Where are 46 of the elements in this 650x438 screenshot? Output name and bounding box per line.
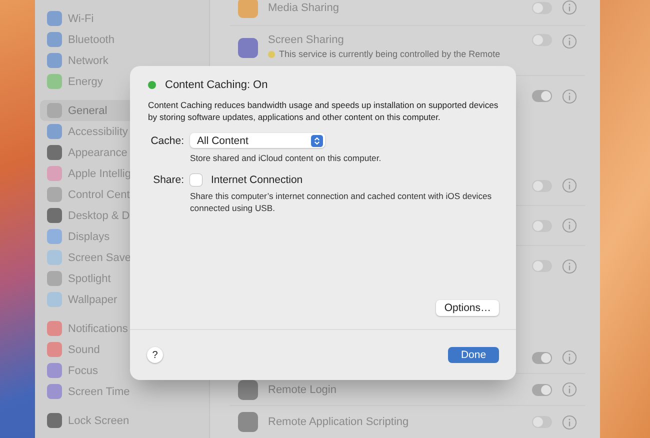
- toggle-switch[interactable]: [532, 34, 552, 46]
- sidebar-item[interactable]: Displays: [40, 226, 204, 247]
- sidebar-item[interactable]: Lock Screen: [40, 410, 204, 431]
- info-icon[interactable]: [562, 218, 577, 233]
- warning-text: This service is currently being controlled by the Remote: [268, 49, 522, 59]
- checkbox-label: Internet Connection: [211, 174, 303, 186]
- help-button[interactable]: ?: [147, 347, 163, 363]
- info-icon[interactable]: [562, 0, 577, 15]
- sidebar-item[interactable]: Notifications: [40, 318, 204, 339]
- toggle-switch[interactable]: [532, 352, 552, 364]
- sidebar-item[interactable]: Screen Save: [40, 247, 204, 268]
- sidebar-item[interactable]: Focus: [40, 360, 204, 381]
- service-label: Screen Sharing: [268, 34, 345, 46]
- service-label: Remote Application Scripting: [268, 416, 410, 428]
- sidebar-item[interactable]: Bluetooth: [40, 29, 204, 50]
- stepper-arrows-icon: [311, 134, 323, 146]
- info-icon[interactable]: [562, 88, 577, 104]
- sidebar-item[interactable]: Spotlight: [40, 268, 204, 289]
- info-icon[interactable]: [562, 258, 577, 274]
- cache-hint: Store shared and iCloud content on this computer.: [190, 152, 382, 164]
- sidebar-item[interactable]: Wallpaper: [40, 289, 204, 310]
- info-icon[interactable]: [562, 414, 577, 430]
- info-icon[interactable]: [562, 350, 577, 365]
- toggle-switch[interactable]: [532, 90, 552, 102]
- cache-label: Cache:: [150, 134, 184, 146]
- info-icon[interactable]: [562, 34, 577, 49]
- toggle-switch[interactable]: [532, 260, 552, 272]
- sidebar-item[interactable]: Network: [40, 50, 204, 71]
- checkbox[interactable]: [190, 174, 202, 186]
- service-label: Media Sharing: [268, 2, 340, 14]
- toggle-switch[interactable]: [532, 384, 552, 396]
- cache-dropdown[interactable]: All Content: [190, 133, 325, 148]
- sidebar-item[interactable]: Wi-Fi: [40, 8, 204, 29]
- options-button[interactable]: Options…: [436, 300, 499, 316]
- sidebar-item[interactable]: Screen Time: [40, 381, 204, 402]
- done-button[interactable]: Done: [448, 347, 499, 363]
- toggle-switch[interactable]: [532, 416, 552, 428]
- status-title: Content Caching: On: [165, 79, 268, 91]
- info-icon[interactable]: [562, 382, 577, 397]
- share-label: Share:: [152, 174, 184, 186]
- toggle-switch[interactable]: [532, 220, 552, 232]
- toggle-switch[interactable]: [532, 180, 552, 192]
- toggle-switch[interactable]: [532, 2, 552, 14]
- service-label: Remote Login: [268, 384, 338, 396]
- share-hint: Share this computer’s internet connection and cached content with iOS devices connected using USB.: [190, 190, 493, 214]
- info-icon[interactable]: [562, 178, 577, 193]
